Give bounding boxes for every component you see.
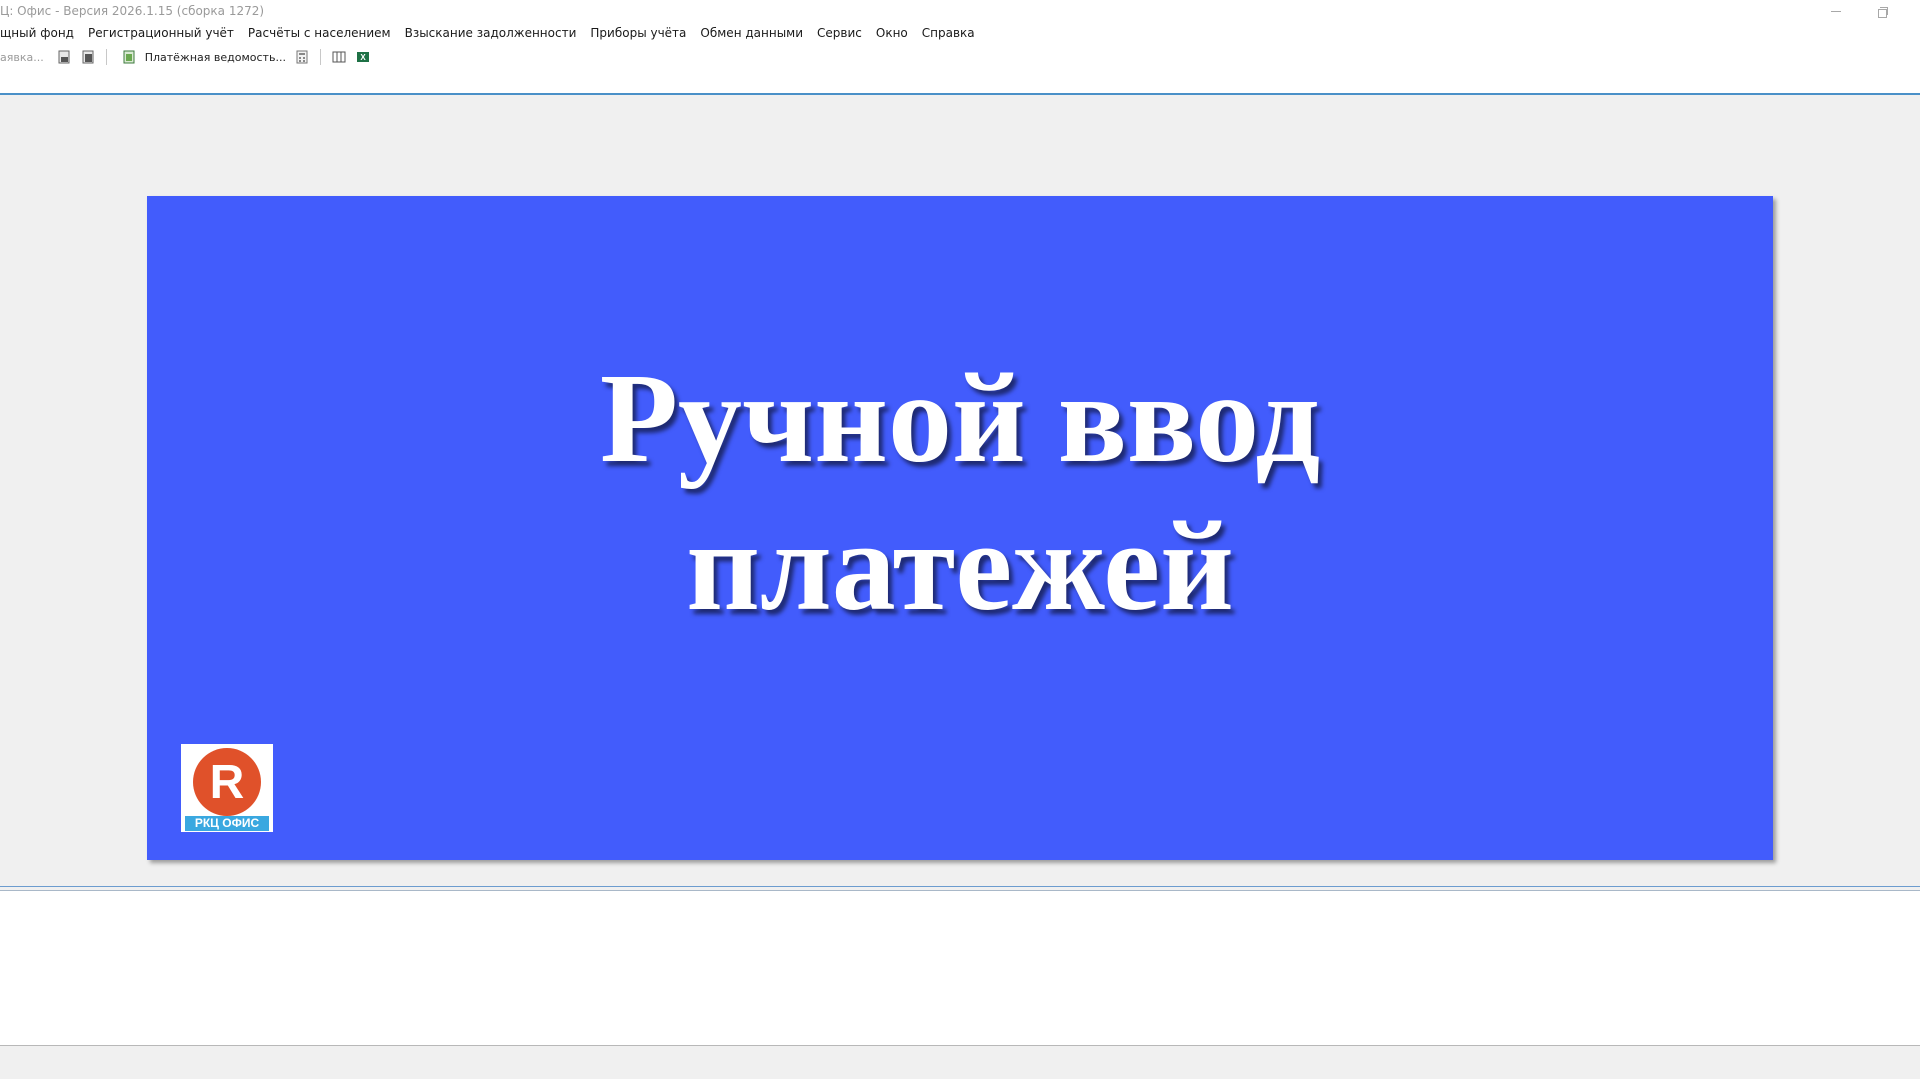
columns-icon[interactable]	[331, 49, 347, 65]
banner-title-line-1: Ручной ввод	[599, 347, 1321, 489]
menu-item-meters[interactable]: Приборы учёта	[583, 23, 693, 43]
payment-sheet-label: Платёжная ведомость...	[144, 50, 286, 64]
menu-item-service[interactable]: Сервис	[810, 23, 869, 43]
svg-text:X: X	[360, 53, 366, 62]
toolbar: аявка... Платёжная ведомость... X	[0, 43, 1920, 93]
spreadsheet-icon	[121, 49, 137, 65]
menu-item-debt-collection[interactable]: Взыскание задолженности	[398, 23, 584, 43]
toolbar-truncated-button[interactable]: аявка...	[0, 51, 44, 64]
menu-item-settlements[interactable]: Расчёты с населением	[241, 23, 398, 43]
excel-export-icon[interactable]: X	[355, 49, 371, 65]
minimize-icon	[1831, 11, 1841, 12]
menu-item-window[interactable]: Окно	[869, 23, 915, 43]
app-logo: R РКЦ ОФИС	[181, 744, 273, 832]
toolbar-row: аявка... Платёжная ведомость... X	[0, 47, 375, 67]
payment-sheet-button[interactable]: Платёжная ведомость...	[113, 49, 290, 65]
banner-title: Ручной ввод платежей	[147, 344, 1773, 640]
document-icon[interactable]	[56, 49, 72, 65]
title-bar: Ц: Офис - Версия 2026.1.15 (сборка 1272)	[0, 0, 1920, 23]
window-title: Ц: Офис - Версия 2026.1.15 (сборка 1272)	[0, 4, 265, 18]
status-bar	[0, 1046, 1920, 1079]
lower-panel	[0, 891, 1920, 1045]
menu-bar: щный фонд Регистрационный учёт Расчёты с…	[0, 23, 1920, 43]
banner-title-line-2: платежей	[686, 495, 1234, 637]
menu-item-data-exchange[interactable]: Обмен данными	[693, 23, 810, 43]
menu-item-help[interactable]: Справка	[915, 23, 982, 43]
menu-item-registration[interactable]: Регистрационный учёт	[81, 23, 241, 43]
toolbar-separator-2	[319, 49, 321, 65]
logo-text: РКЦ ОФИС	[185, 816, 269, 831]
toolbar-separator	[105, 49, 107, 65]
menu-item-housing-fund[interactable]: щный фонд	[0, 23, 81, 43]
document-icon-2[interactable]	[80, 49, 96, 65]
splash-banner: Ручной ввод платежей R РКЦ ОФИС	[147, 196, 1773, 860]
restore-icon	[1878, 6, 1888, 18]
app-window: Ц: Офис - Версия 2026.1.15 (сборка 1272)…	[0, 0, 1920, 1079]
panel-divider	[0, 886, 1920, 887]
calculator-icon[interactable]	[294, 49, 310, 65]
restore-button[interactable]	[1860, 0, 1906, 23]
minimize-button[interactable]	[1813, 0, 1859, 23]
logo-r-icon: R	[193, 748, 261, 816]
